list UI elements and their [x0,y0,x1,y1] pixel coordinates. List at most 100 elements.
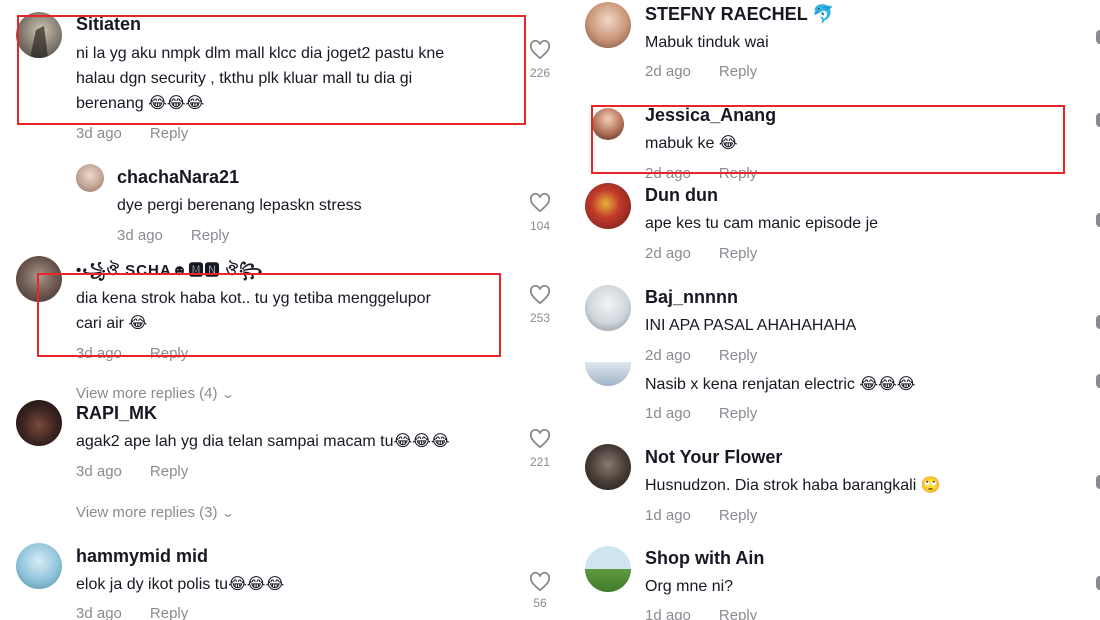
username[interactable]: RAPI_MK [76,403,157,424]
comment-text: Husnudzon. Dia strok haba barangkali 🙄 [645,477,941,494]
username[interactable]: •꧁ঔ SCHA☻🅼🅽 ঔ꧂ [76,258,263,289]
reply-button[interactable]: Reply [719,405,757,422]
avatar[interactable] [16,256,62,302]
chevron-down-icon: ⌄ [221,506,236,520]
like-count: 104 [529,219,551,233]
avatar[interactable] [585,2,631,48]
comment-meta: 3d ago Reply [76,125,188,142]
like-button-partial[interactable] [1096,374,1100,388]
reply-button[interactable]: Reply [719,347,757,364]
avatar[interactable] [585,444,631,490]
avatar[interactable] [585,183,631,229]
reply-button[interactable]: Reply [191,227,229,244]
avatar[interactable] [585,546,631,592]
reply-button[interactable]: Reply [150,463,188,480]
timestamp: 1d ago [645,507,691,524]
heart-outline-icon [529,40,551,60]
like-button[interactable]: 56 [525,572,555,610]
comment-text: Mabuk tinduk wai [645,34,769,51]
avatar-image [30,26,48,58]
view-more-replies[interactable]: View more replies (4) ⌄ [76,385,236,402]
heart-outline-icon [529,429,551,449]
timestamp: 1d ago [645,405,691,422]
reply-button[interactable]: Reply [719,165,757,182]
avatar[interactable] [16,543,62,589]
timestamp: 1d ago [645,607,691,620]
comment-meta: 2d ago Reply [645,347,757,364]
username[interactable]: hammymid mid [76,546,208,567]
view-more-label: View more replies (3) [76,504,218,521]
reply-button[interactable]: Reply [150,345,188,362]
like-button[interactable]: 104 [525,193,555,233]
like-count: 221 [529,455,551,469]
comment-text: Nasib x kena renjatan electric 😂😂😂 [645,376,916,393]
reply-button[interactable]: Reply [719,63,757,80]
like-button[interactable]: 221 [525,429,555,469]
reply-button[interactable]: Reply [150,125,188,142]
like-count: 226 [529,66,551,80]
username[interactable]: Shop with Ain [645,548,764,569]
username[interactable]: Sitiaten [76,14,141,35]
avatar[interactable] [585,362,631,386]
timestamp: 2d ago [645,165,691,182]
like-button-partial[interactable] [1096,113,1100,127]
comment-meta: 2d ago Reply [645,165,757,182]
avatar[interactable] [592,108,624,140]
reply-button[interactable]: Reply [719,245,757,262]
reply-button[interactable]: Reply [719,607,757,620]
reply-button[interactable]: Reply [150,605,188,620]
comment-meta: 1d ago Reply [645,507,757,524]
username[interactable]: STEFNY RAECHEL 🐬 [645,4,835,25]
timestamp: 2d ago [645,347,691,364]
like-button-partial[interactable] [1096,315,1100,329]
comment-meta: 3d ago Reply [76,463,188,480]
like-button-partial[interactable] [1096,475,1100,489]
timestamp: 3d ago [76,605,122,620]
reply-button[interactable]: Reply [719,507,757,524]
like-count: 253 [529,311,551,325]
heart-outline-icon [529,572,551,592]
timestamp: 2d ago [645,245,691,262]
comment-meta: 3d ago Reply [76,605,188,620]
comment-text: dye pergi berenang lepaskn stress [117,197,362,214]
comment-meta: 3d ago Reply [117,227,229,244]
comment-meta: 3d ago Reply [76,345,188,362]
comment-text: INI APA PASAL AHAHAHAHA [645,317,857,334]
view-more-label: View more replies (4) [76,385,218,402]
like-count: 56 [533,596,547,610]
like-button-partial[interactable] [1096,30,1100,44]
comment-text: agak2 ape lah yg dia telan sampai macam … [76,433,450,450]
comment-text: mabuk ke 😂 [645,135,738,152]
timestamp: 2d ago [645,63,691,80]
timestamp: 3d ago [76,345,122,362]
username[interactable]: chachaNara21 [117,167,239,188]
username[interactable]: Dun dun [645,185,718,206]
timestamp: 3d ago [117,227,163,244]
timestamp: 3d ago [76,125,122,142]
like-button[interactable]: 226 [525,40,555,80]
comment-text: elok ja dy ikot polis tu😂😂😂 [76,576,285,593]
comment-meta: 1d ago Reply [645,405,757,422]
like-button-partial[interactable] [1096,213,1100,227]
username[interactable]: Not Your Flower [645,447,782,468]
like-button[interactable]: 253 [525,285,555,325]
heart-outline-icon [529,193,551,213]
chevron-down-icon: ⌄ [221,387,236,401]
username[interactable]: Jessica_Anang [645,105,776,126]
comment-text: Org mne ni? [645,578,734,595]
comment-text-line-2: cari air 😂 [76,315,148,332]
heart-outline-icon [529,285,551,305]
like-button-partial[interactable] [1096,576,1100,590]
timestamp: 3d ago [76,463,122,480]
comment-text: ape kes tu cam manic episode je [645,215,879,232]
avatar[interactable] [16,12,62,58]
username[interactable]: Baj_nnnnn [645,287,738,308]
view-more-replies[interactable]: View more replies (3) ⌄ [76,504,236,521]
avatar[interactable] [16,400,62,446]
comment-text-line-2: halau dgn security , tkthu plk kluar mal… [76,70,413,87]
comment-meta: 2d ago Reply [645,63,757,80]
avatar[interactable] [76,164,104,192]
comment-text-line-1: ni la yg aku nmpk dlm mall klcc dia joge… [76,45,445,62]
avatar[interactable] [585,285,631,331]
comment-text-line-1: dia kena strok haba kot.. tu yg tetiba m… [76,290,431,307]
